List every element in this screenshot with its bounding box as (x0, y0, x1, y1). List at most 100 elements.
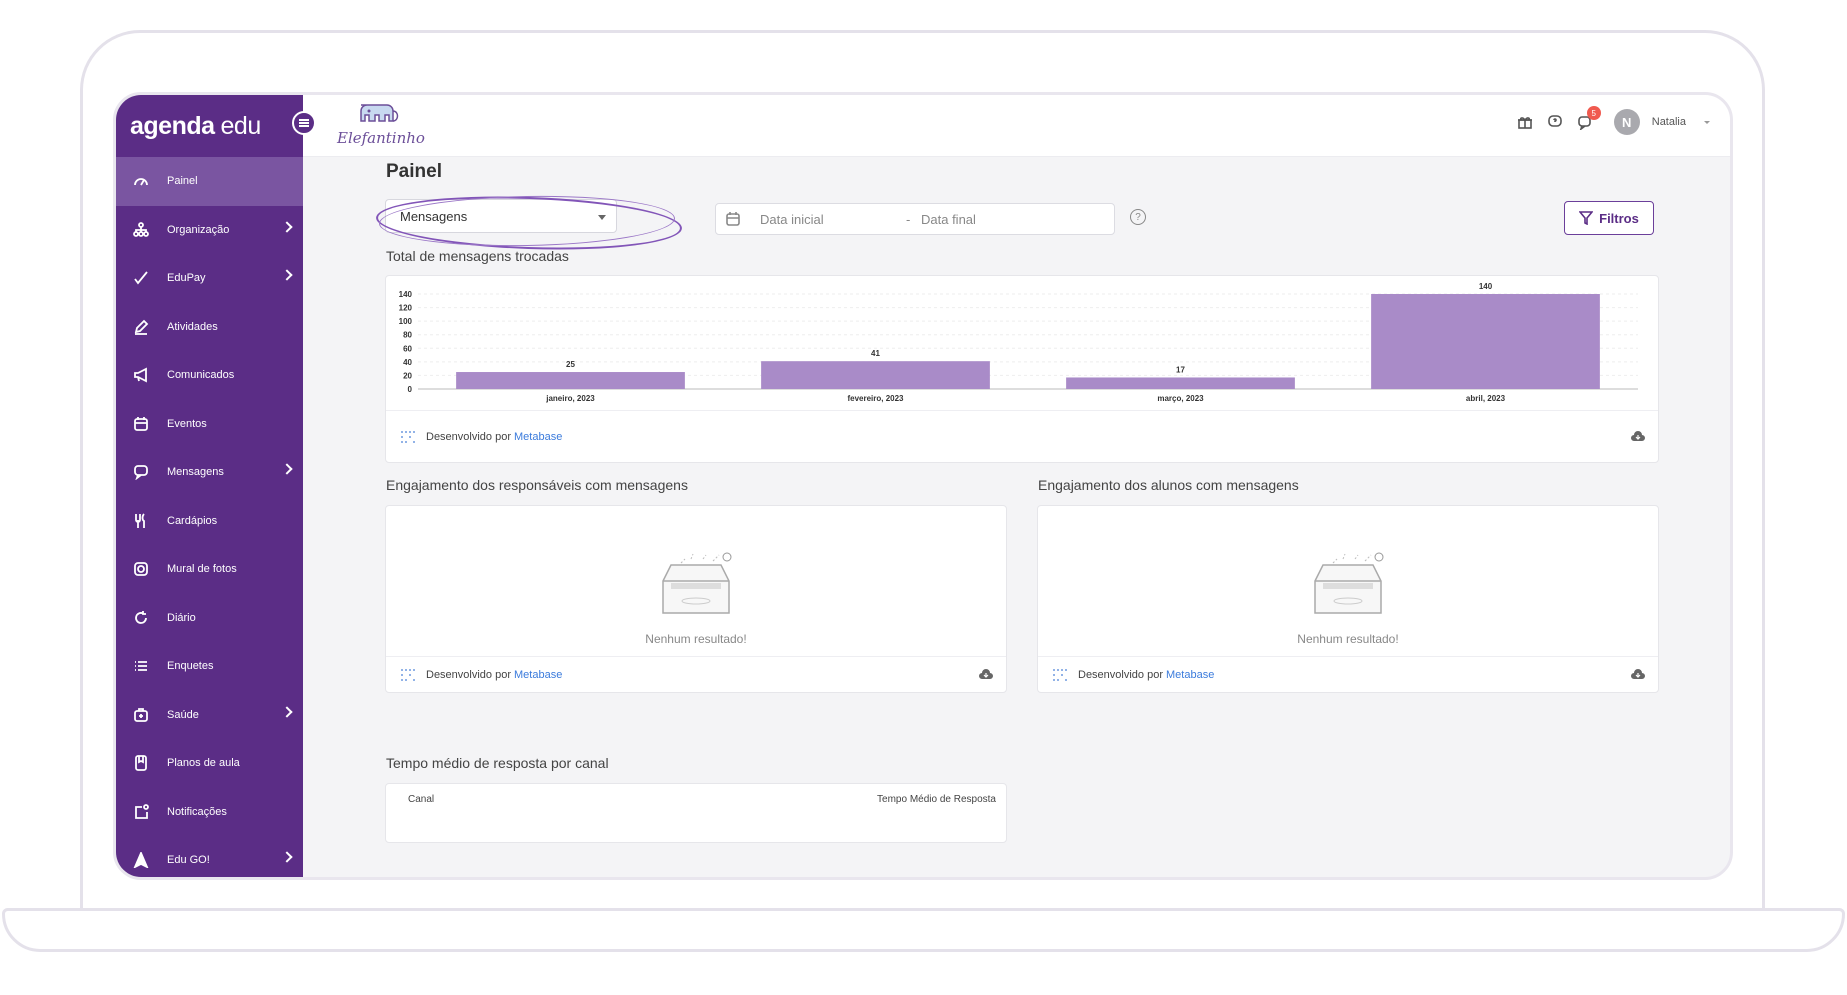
cutlery-icon (132, 512, 150, 530)
sidebar-item-label: Enquetes (167, 660, 214, 673)
sidebar-item-label: Eventos (167, 417, 207, 430)
sidebar-item-mensagens[interactable]: Mensagens (116, 448, 303, 497)
top-bar-actions: 5 N Natalia (1516, 106, 1710, 135)
response-time-card: Canal Tempo Médio de Resposta (385, 783, 1007, 843)
brand-logo: agenda edu (116, 95, 303, 157)
sidebar-item-label: Painel (167, 175, 198, 188)
sidebar-item-saude[interactable]: Saúde (116, 691, 303, 740)
sidebar-item-label: Edu GO! (167, 854, 210, 867)
sidebar-item-notificacoes[interactable]: Notificações (116, 788, 303, 837)
table-header: Canal Tempo Médio de Resposta (386, 784, 1006, 814)
y-tick-label: 120 (399, 304, 413, 313)
chevron-down-icon (598, 215, 606, 220)
chevron-right-icon (281, 220, 293, 233)
chevron-right-icon (281, 463, 293, 475)
sidebar-item-label: Notificações (167, 805, 227, 818)
bar-value-label: 41 (871, 349, 880, 358)
notification-icon (132, 803, 150, 821)
brand-name-part1: agenda (130, 111, 215, 140)
responsaveis-engagement-title: Engajamento dos responsáveis com mensage… (386, 477, 688, 493)
x-tick-label: fevereiro, 2023 (847, 394, 904, 403)
card-footer: Desenvolvido por Metabase (1038, 656, 1658, 692)
help-icon[interactable]: ? (1130, 209, 1146, 225)
laptop-base (2, 908, 1845, 952)
x-tick-label: janeiro, 2023 (545, 394, 595, 403)
sidebar-item-edu-go[interactable]: Edu GO! (116, 836, 303, 877)
sidebar-item-diario[interactable]: Diário (116, 594, 303, 643)
sidebar-collapse-button[interactable] (292, 111, 316, 135)
app-screen: agenda edu Painel Organização EduPay Ati… (113, 92, 1733, 880)
sidebar-item-organizacao[interactable]: Organização (116, 206, 303, 255)
download-cloud-icon[interactable] (978, 668, 994, 680)
refresh-icon (132, 609, 150, 627)
empty-state-text: Nenhum resultado! (1297, 632, 1399, 646)
user-name[interactable]: Natalia (1652, 116, 1686, 128)
date-start-input[interactable]: Data inicial (760, 212, 824, 227)
sidebar-item-eventos[interactable]: Eventos (116, 400, 303, 449)
bar (456, 372, 685, 389)
date-range-picker[interactable]: Data inicial - Data final (715, 203, 1115, 235)
top-bar: Elefantinho 5 N Natalia (303, 95, 1730, 157)
school-logo-text: Elefantinho (337, 129, 425, 147)
metabase-logo-icon (401, 430, 415, 443)
navigation-arrow-icon (132, 851, 150, 869)
y-tick-label: 60 (403, 344, 412, 353)
camera-icon (132, 560, 150, 578)
sidebar: agenda edu Painel Organização EduPay Ati… (116, 95, 303, 877)
download-cloud-icon[interactable] (1630, 668, 1646, 680)
page-title: Painel (386, 161, 442, 182)
sidebar-item-planos-de-aula[interactable]: Planos de aula (116, 739, 303, 788)
metabase-link[interactable]: Metabase (514, 431, 562, 443)
sidebar-item-painel[interactable]: Painel (116, 157, 303, 206)
chevron-right-icon (281, 851, 293, 863)
sidebar-item-edupay[interactable]: EduPay (116, 254, 303, 303)
filter-icon (1579, 211, 1594, 225)
metabase-link[interactable]: Metabase (514, 669, 562, 681)
metabase-logo-icon (401, 668, 415, 681)
calendar-icon (132, 415, 150, 433)
powered-by-text: Desenvolvido por (426, 668, 511, 681)
sidebar-item-label: Organização (167, 223, 230, 236)
powered-by-text: Desenvolvido por (426, 430, 511, 443)
sidebar-item-enquetes[interactable]: Enquetes (116, 642, 303, 691)
sidebar-item-cardapios[interactable]: Cardápios (116, 497, 303, 546)
dashboard-select-value: Mensagens (400, 209, 468, 224)
sidebar-item-comunicados[interactable]: Comunicados (116, 351, 303, 400)
sidebar-item-label: Comunicados (167, 369, 235, 382)
y-tick-label: 20 (403, 371, 412, 380)
chevron-down-icon[interactable] (1704, 120, 1710, 124)
menu-icon (299, 119, 309, 127)
main-content: Painel Mensagens Data inicial - Data fin… (303, 157, 1730, 877)
bar (761, 361, 990, 389)
y-tick-label: 40 (403, 358, 412, 367)
bar-value-label: 17 (1176, 365, 1185, 374)
column-header-canal[interactable]: Canal (408, 794, 434, 805)
metabase-link[interactable]: Metabase (1166, 669, 1214, 681)
total-messages-card: 0 20 40 60 80 100 120 140 25 janeiro, 2023 41 fever… (385, 275, 1659, 463)
chevron-right-icon (281, 269, 293, 281)
gift-icon[interactable] (1516, 113, 1534, 131)
column-header-tempo[interactable]: Tempo Médio de Resposta (877, 794, 996, 805)
avatar[interactable]: N (1613, 109, 1640, 135)
messages-icon[interactable]: 5 (1576, 106, 1601, 131)
help-chat-icon[interactable] (1546, 113, 1564, 131)
y-tick-label: 0 (408, 385, 413, 394)
sidebar-item-label: Diário (167, 611, 196, 624)
y-tick-label: 100 (399, 317, 413, 326)
gauge-icon (132, 172, 150, 190)
chat-icon (132, 463, 150, 481)
dashboard-select[interactable]: Mensagens (385, 199, 617, 233)
date-end-input[interactable]: Data final (921, 212, 976, 227)
sidebar-item-label: Atividades (167, 320, 218, 333)
total-messages-chart: 0 20 40 60 80 100 120 140 25 janeiro, 2023 41 fever… (399, 282, 1638, 403)
bar-value-label: 140 (1479, 282, 1493, 291)
filters-button[interactable]: Filtros (1564, 201, 1654, 235)
sidebar-item-mural-de-fotos[interactable]: Mural de fotos (116, 545, 303, 594)
download-cloud-icon[interactable] (1630, 430, 1646, 442)
empty-state: Nenhum resultado! (1038, 551, 1658, 646)
sidebar-item-label: Mensagens (167, 466, 224, 479)
org-chart-icon (132, 221, 150, 239)
calendar-icon (726, 212, 740, 226)
sidebar-item-atividades[interactable]: Atividades (116, 303, 303, 352)
powered-by-text: Desenvolvido por (1078, 668, 1163, 681)
